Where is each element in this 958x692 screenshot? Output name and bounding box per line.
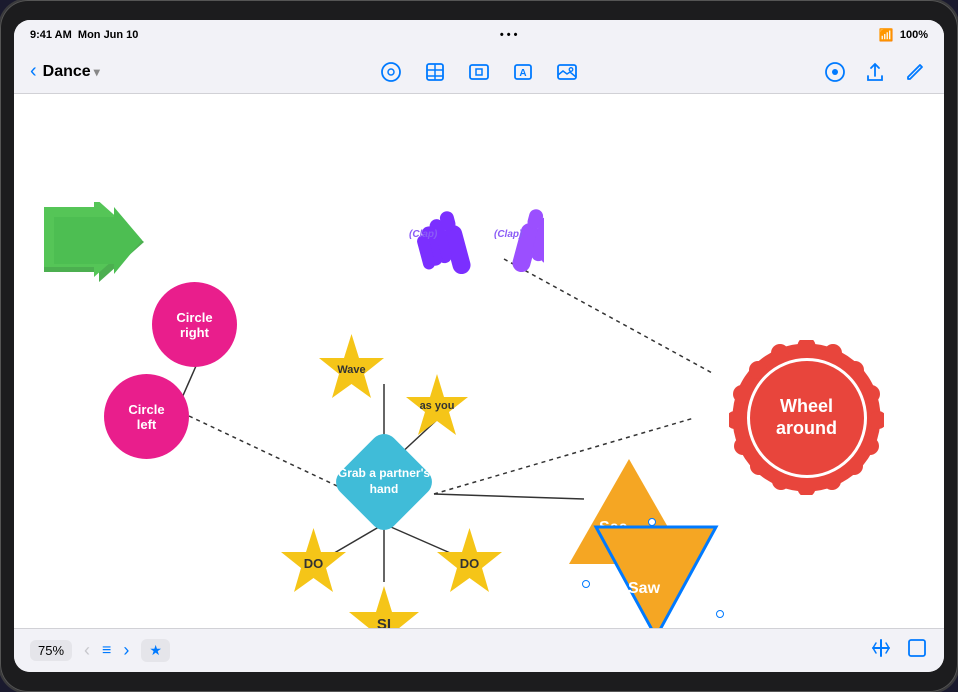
back-chevron-icon: ‹ (30, 60, 37, 83)
toolbar: ‹ Dance ▾ (14, 50, 944, 94)
back-button[interactable]: ‹ (30, 60, 37, 83)
screen: 9:41 AM Mon Jun 10 ••• 📶 100% ‹ Dance ▾ (14, 20, 944, 672)
zoom-indicator[interactable]: 75% (30, 640, 72, 661)
do-left-label: DO (304, 556, 324, 571)
saw-label: Saw (628, 580, 660, 598)
do-right-label: DO (460, 556, 480, 571)
clap-right-label: (Clap) (494, 229, 522, 240)
circle-right-node[interactable]: Circle right (152, 282, 237, 367)
shapes-tool-icon[interactable] (378, 59, 404, 85)
svg-text:A: A (519, 68, 526, 79)
si-node[interactable]: SI (344, 584, 424, 628)
do-right-node[interactable]: DO (432, 526, 507, 601)
edit-icon[interactable] (902, 59, 928, 85)
selection-handle-tl[interactable] (648, 518, 656, 526)
arrange-icon[interactable] (870, 637, 892, 664)
center-diamond-node[interactable]: Grab a partner's hand (336, 434, 432, 530)
photo-tool-icon[interactable] (554, 59, 580, 85)
clap-left-label: (Clap) (409, 229, 437, 240)
fullscreen-icon[interactable] (906, 637, 928, 664)
toolbar-center: A (259, 59, 700, 85)
si-label: SI (377, 616, 391, 629)
document-title[interactable]: Dance ▾ (43, 63, 100, 81)
center-diamond-label: Grab a partner's hand (336, 466, 432, 497)
wheel-around-label: Wheel around (750, 396, 864, 439)
battery-label: 100% (900, 29, 928, 41)
bottom-right-actions (870, 637, 928, 664)
bottom-bar: 75% ‹ ≡ › ★ (14, 628, 944, 672)
green-arrow[interactable] (44, 202, 144, 287)
text-tool-icon[interactable]: A (510, 59, 536, 85)
selection-handle-ml[interactable] (582, 580, 590, 588)
favorite-button[interactable]: ★ (141, 639, 170, 662)
rosette-inner-circle: Wheel around (747, 358, 867, 478)
wave-label: Wave (337, 364, 365, 376)
share-icon[interactable] (862, 59, 888, 85)
media-tool-icon[interactable] (466, 59, 492, 85)
wheel-around-node[interactable]: Wheel around (729, 340, 884, 495)
as-you-node[interactable]: as you (402, 372, 472, 442)
status-time: 9:41 AM Mon Jun 10 (30, 29, 138, 41)
toolbar-left: ‹ Dance ▾ (30, 60, 251, 83)
toolbar-right (708, 59, 929, 85)
ipad-frame: 9:41 AM Mon Jun 10 ••• 📶 100% ‹ Dance ▾ (0, 0, 958, 692)
status-right: 📶 100% (879, 28, 928, 42)
next-page-button[interactable]: › (119, 638, 133, 663)
wave-node[interactable]: Wave (314, 332, 389, 407)
settings-icon[interactable] (822, 59, 848, 85)
status-bar: 9:41 AM Mon Jun 10 ••• 📶 100% (14, 20, 944, 50)
selection-handle-br[interactable] (716, 610, 724, 618)
do-left-node[interactable]: DO (276, 526, 351, 601)
wifi-icon: 📶 (879, 28, 894, 42)
canvas: (Clap) (Clap) Circle right Circle left W… (14, 94, 944, 628)
table-tool-icon[interactable] (422, 59, 448, 85)
clap-hands[interactable]: (Clap) (Clap) (404, 174, 544, 294)
as-you-label: as you (420, 400, 455, 413)
prev-page-button[interactable]: ‹ (80, 638, 94, 663)
circle-left-node[interactable]: Circle left (104, 374, 189, 459)
saw-triangle-node[interactable]: Saw (586, 522, 726, 628)
page-list-button[interactable]: ≡ (102, 642, 111, 660)
title-dropdown-icon: ▾ (94, 65, 100, 79)
status-dots: ••• (500, 29, 518, 41)
